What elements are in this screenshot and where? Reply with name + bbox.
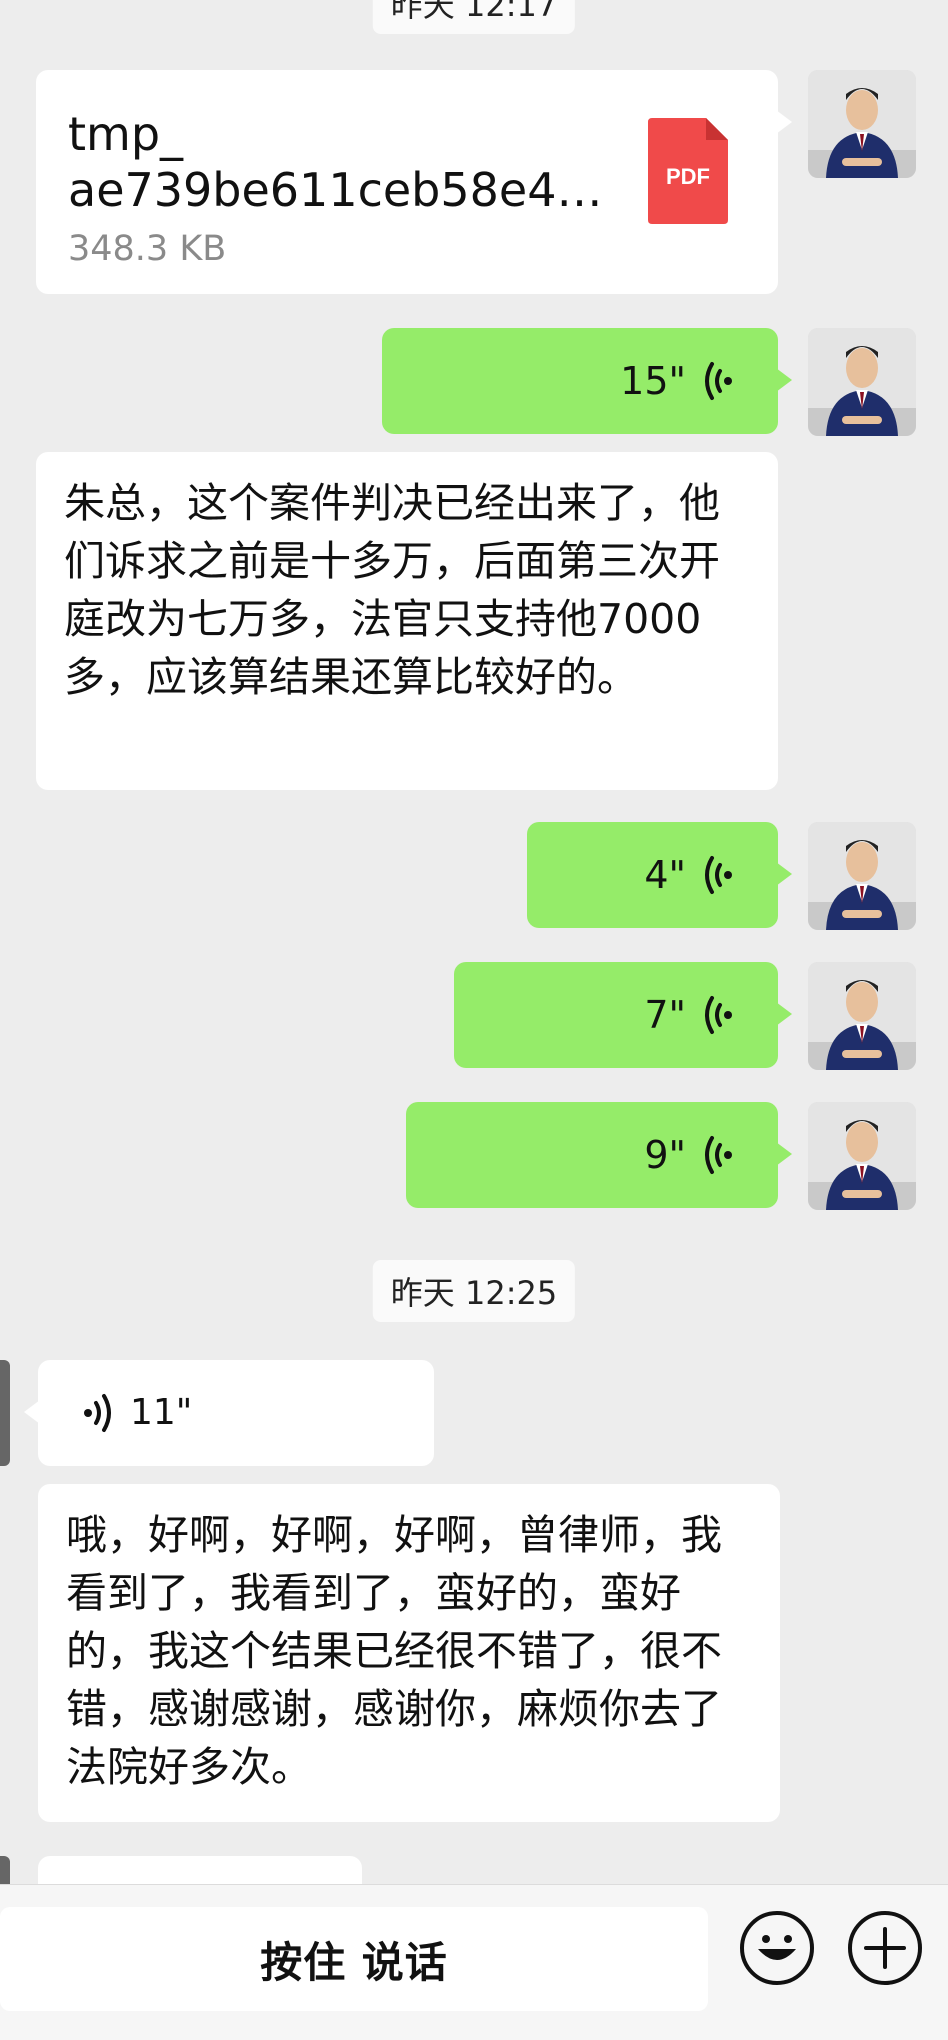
pdf-label: PDF	[666, 164, 710, 189]
text-message-in[interactable]: 哦，好啊，好啊，好啊，曾律师，我看到了，我看到了，蛮好的，蛮好的，我这个结果已经…	[38, 1484, 780, 1822]
voice-wave-icon	[702, 361, 734, 401]
voice-message-out[interactable]: 7"	[454, 962, 792, 1068]
file-message[interactable]: tmp_ ae739be611ceb58e4… 348.3 KB PDF	[36, 70, 792, 294]
avatar-contact[interactable]	[0, 1360, 10, 1466]
avatar-self[interactable]	[808, 1102, 916, 1210]
voice-duration: 4"	[644, 853, 686, 897]
pdf-file-icon: PDF	[648, 118, 728, 224]
avatar-self[interactable]	[808, 822, 916, 930]
voice-message-out[interactable]: 4"	[527, 822, 792, 928]
message-partial[interactable]	[38, 1856, 362, 1884]
voice-duration: 9"	[644, 1133, 686, 1177]
avatar-contact[interactable]	[0, 1856, 10, 1884]
emoji-icon[interactable]	[740, 1911, 814, 1985]
voice-duration: 7"	[644, 993, 686, 1037]
avatar-self[interactable]	[808, 70, 916, 178]
avatar-self[interactable]	[808, 328, 916, 436]
message-text: 朱总，这个案件判决已经出来了，他们诉求之前是十多万，后面第三次开庭改为七万多，法…	[64, 479, 720, 701]
input-bar: 按住 说话	[0, 1884, 948, 2040]
timestamp-middle: 昨天 12:25	[372, 1260, 576, 1322]
voice-message-out[interactable]: 15"	[382, 328, 792, 434]
hold-to-talk-button[interactable]: 按住 说话	[0, 1907, 708, 2011]
voice-message-out[interactable]: 9"	[406, 1102, 792, 1208]
voice-wave-icon	[82, 1393, 114, 1433]
voice-wave-icon	[702, 855, 734, 895]
voice-message-in[interactable]: 11"	[24, 1360, 434, 1466]
voice-duration: 11"	[130, 1392, 193, 1433]
avatar-self[interactable]	[808, 962, 916, 1070]
text-message-in[interactable]: 朱总，这个案件判决已经出来了，他们诉求之前是十多万，后面第三次开庭改为七万多，法…	[36, 452, 778, 790]
voice-duration: 15"	[620, 359, 686, 403]
file-name: tmp_ ae739be611ceb58e4…	[68, 107, 603, 217]
voice-wave-icon	[702, 1135, 734, 1175]
timestamp-top: 昨天 12:17	[372, 0, 576, 34]
chat-area[interactable]: 昨天 12:17 tmp_ ae739be611ceb58e4… 348.3 K…	[0, 0, 948, 1884]
file-size: 348.3 KB	[68, 229, 227, 269]
message-text: 哦，好啊，好啊，好啊，曾律师，我看到了，我看到了，蛮好的，蛮好的，我这个结果已经…	[66, 1511, 722, 1791]
voice-wave-icon	[702, 995, 734, 1035]
plus-icon[interactable]	[848, 1911, 922, 1985]
